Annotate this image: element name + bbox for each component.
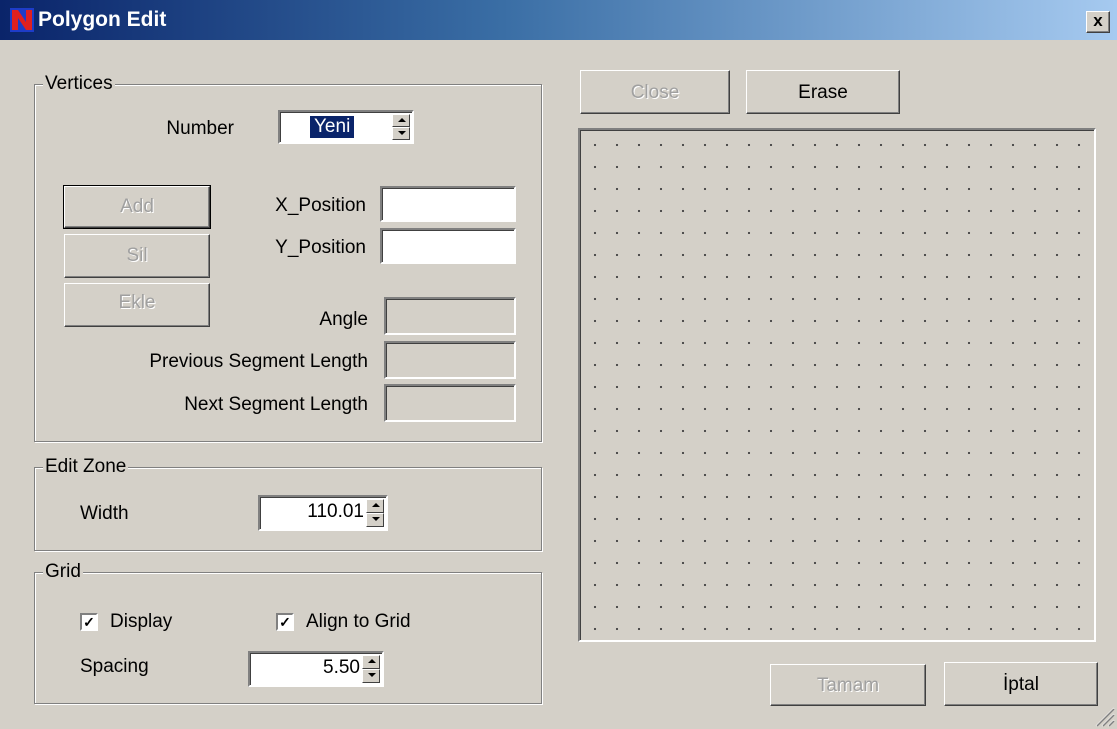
window-title: Polygon Edit bbox=[38, 8, 167, 31]
width-label: Width bbox=[80, 503, 129, 524]
spacing-spinner[interactable] bbox=[362, 655, 380, 683]
display-label[interactable]: Display bbox=[110, 610, 172, 634]
align-to-grid-label[interactable]: Align to Grid bbox=[306, 610, 411, 634]
vertices-legend: Vertices bbox=[43, 73, 115, 95]
iptal-button[interactable]: İptal bbox=[944, 662, 1098, 706]
grid-legend: Grid bbox=[43, 561, 83, 583]
close-button[interactable]: Close bbox=[580, 70, 730, 114]
tamam-button[interactable]: Tamam bbox=[770, 664, 926, 706]
number-up-arrow-icon[interactable] bbox=[392, 114, 410, 127]
display-checkbox[interactable]: ✓ bbox=[80, 613, 98, 631]
app-logo-icon bbox=[10, 8, 34, 32]
angle-field bbox=[384, 297, 516, 335]
y-position-label: Y_Position bbox=[275, 237, 366, 258]
window-close-button[interactable]: x bbox=[1086, 11, 1110, 33]
spacing-up-arrow-icon[interactable] bbox=[362, 655, 380, 669]
polygon-canvas[interactable] bbox=[578, 128, 1096, 642]
number-down-arrow-icon[interactable] bbox=[392, 127, 410, 140]
previous-segment-length-label: Previous Segment Length bbox=[149, 351, 368, 372]
previous-segment-length-field bbox=[384, 341, 516, 379]
resize-grip-icon[interactable] bbox=[1093, 705, 1115, 727]
spacing-value: 5.50 bbox=[323, 657, 360, 678]
sil-button[interactable]: Sil bbox=[64, 234, 210, 278]
spacing-spinbox[interactable]: 5.50 bbox=[248, 651, 384, 687]
next-segment-length-label: Next Segment Length bbox=[184, 394, 368, 415]
x-position-input[interactable] bbox=[380, 186, 516, 222]
number-value: Yeni bbox=[310, 116, 355, 138]
width-value: 110.01 bbox=[307, 501, 364, 522]
spacing-down-arrow-icon[interactable] bbox=[362, 669, 380, 683]
width-spinner[interactable] bbox=[366, 499, 384, 527]
number-label: Number bbox=[166, 118, 234, 139]
next-segment-length-field bbox=[384, 384, 516, 422]
number-spinbox[interactable]: Yeni bbox=[278, 110, 414, 144]
y-position-input[interactable] bbox=[380, 228, 516, 264]
width-down-arrow-icon[interactable] bbox=[366, 513, 384, 527]
title-bar[interactable]: Polygon Edit x bbox=[0, 0, 1117, 40]
align-to-grid-checkbox[interactable]: ✓ bbox=[276, 613, 294, 631]
spacing-label: Spacing bbox=[80, 656, 149, 677]
edit-zone-legend: Edit Zone bbox=[43, 456, 129, 478]
width-spinbox[interactable]: 110.01 bbox=[258, 495, 388, 531]
width-up-arrow-icon[interactable] bbox=[366, 499, 384, 513]
angle-label: Angle bbox=[319, 309, 368, 330]
add-button[interactable]: Add bbox=[63, 185, 211, 229]
erase-button[interactable]: Erase bbox=[746, 70, 900, 114]
ekle-button[interactable]: Ekle bbox=[64, 283, 210, 327]
x-position-label: X_Position bbox=[275, 195, 366, 216]
number-spinner[interactable] bbox=[392, 114, 410, 140]
polygon-edit-dialog: Polygon Edit x Vertices Number Yeni Add … bbox=[0, 0, 1117, 729]
